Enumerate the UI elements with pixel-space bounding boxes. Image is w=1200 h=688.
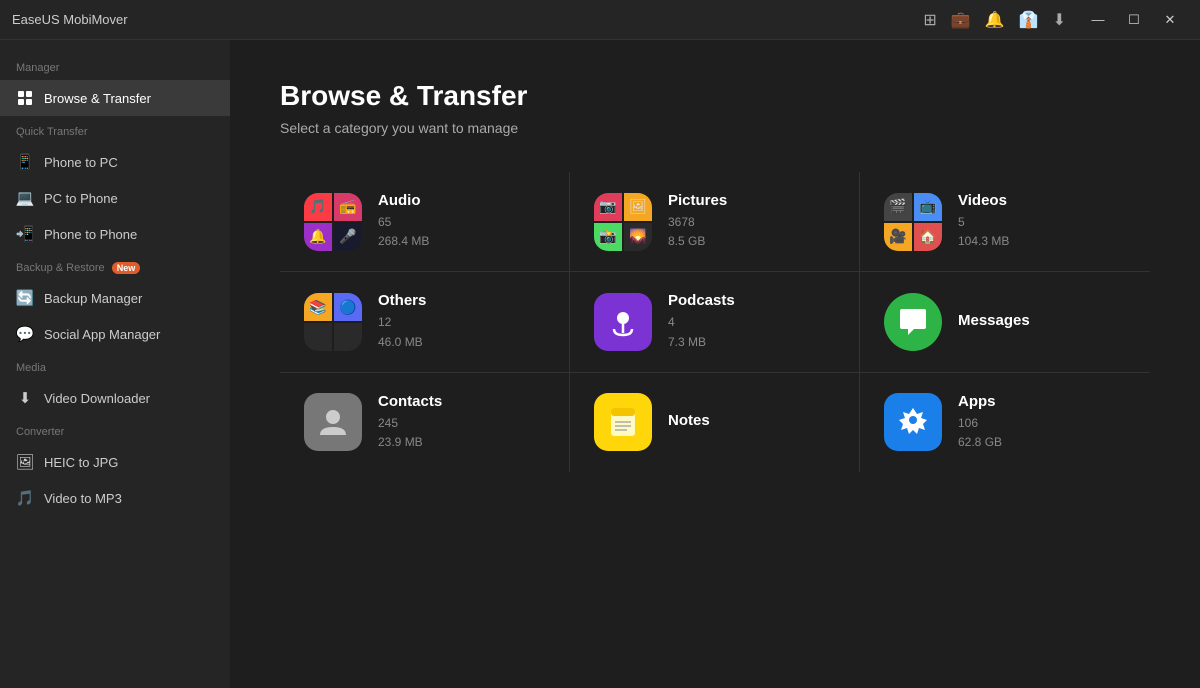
apps-info: Apps 106 62.8 GB xyxy=(958,393,1126,452)
minimize-button[interactable]: — xyxy=(1080,6,1116,34)
others-icon: 📚 🔵 xyxy=(304,293,362,351)
sidebar-item-browse-transfer[interactable]: Browse & Transfer xyxy=(0,80,230,116)
content-area: Browse & Transfer Select a category you … xyxy=(230,40,1200,688)
others-name: Others xyxy=(378,292,545,309)
social-icon: 💬 xyxy=(16,325,34,343)
apps-count: 106 62.8 GB xyxy=(958,414,1126,452)
category-audio[interactable]: 🎵 📻 🔔 🎤 Audio 65 268.4 MB xyxy=(280,172,570,272)
video-mp3-icon: 🎵 xyxy=(16,489,34,507)
pictures-name: Pictures xyxy=(668,192,835,209)
backup-icon: 🔄 xyxy=(16,289,34,307)
audio-icon: 🎵 📻 🔔 🎤 xyxy=(304,193,362,251)
sidebar-item-video-downloader[interactable]: ⬇ Video Downloader xyxy=(0,380,230,416)
podcasts-info: Podcasts 4 7.3 MB xyxy=(668,292,835,351)
videos-name: Videos xyxy=(958,192,1126,209)
new-badge: New xyxy=(112,262,141,274)
category-videos[interactable]: 🎬 📺 🎥 🏠 Videos 5 104.3 MB xyxy=(860,172,1150,272)
sidebar-item-phone-to-phone[interactable]: 📲 Phone to Phone xyxy=(0,216,230,252)
hanger-icon[interactable]: 👔 xyxy=(1019,10,1039,30)
podcasts-name: Podcasts xyxy=(668,292,835,309)
sidebar-label: Backup Manager xyxy=(44,291,142,306)
sidebar-label: Phone to Phone xyxy=(44,227,137,242)
apps-name: Apps xyxy=(958,393,1126,410)
app-title: EaseUS MobiMover xyxy=(12,12,128,27)
page-title: Browse & Transfer xyxy=(280,80,1150,112)
device-icon[interactable]: ⊞ xyxy=(923,10,936,30)
section-backup-restore: Backup & Restore New xyxy=(0,252,230,280)
contacts-info: Contacts 245 23.9 MB xyxy=(378,393,545,452)
notes-name: Notes xyxy=(668,412,835,429)
messages-info: Messages xyxy=(958,312,1126,333)
sidebar-label: Phone to PC xyxy=(44,155,118,170)
main-layout: Manager Browse & Transfer Quick Transfer… xyxy=(0,40,1200,688)
category-grid: 🎵 📻 🔔 🎤 Audio 65 268.4 MB 📷 🖼 xyxy=(280,172,1150,472)
dropdown-icon[interactable]: ⬇ xyxy=(1053,10,1066,30)
category-apps[interactable]: Apps 106 62.8 GB xyxy=(860,373,1150,472)
pictures-icon: 📷 🖼 📸 🌄 xyxy=(594,193,652,251)
contacts-icon xyxy=(304,393,362,451)
category-contacts[interactable]: Contacts 245 23.9 MB xyxy=(280,373,570,472)
briefcase-icon[interactable]: 💼 xyxy=(951,10,971,30)
pictures-count: 3678 8.5 GB xyxy=(668,213,835,251)
sidebar-label: PC to Phone xyxy=(44,191,118,206)
apps-icon xyxy=(884,393,942,451)
titlebar-controls: ⊞ 💼 🔔 👔 ⬇ — ☐ ✕ xyxy=(923,6,1188,34)
others-count: 12 46.0 MB xyxy=(378,313,545,351)
sidebar-item-pc-to-phone[interactable]: 💻 PC to Phone xyxy=(0,180,230,216)
sidebar-label: Video Downloader xyxy=(44,391,150,406)
sidebar-item-video-mp3[interactable]: 🎵 Video to MP3 xyxy=(0,480,230,516)
notes-info: Notes xyxy=(668,412,835,433)
messages-icon xyxy=(884,293,942,351)
pictures-info: Pictures 3678 8.5 GB xyxy=(668,192,835,251)
audio-count: 65 268.4 MB xyxy=(378,213,545,251)
section-manager: Manager xyxy=(0,52,230,80)
category-notes[interactable]: Notes xyxy=(570,373,860,472)
sidebar-item-phone-to-pc[interactable]: 📱 Phone to PC xyxy=(0,144,230,180)
videos-icon: 🎬 📺 🎥 🏠 xyxy=(884,193,942,251)
grid-icon xyxy=(16,89,34,107)
window-controls: — ☐ ✕ xyxy=(1080,6,1188,34)
sidebar: Manager Browse & Transfer Quick Transfer… xyxy=(0,40,230,688)
category-others[interactable]: 📚 🔵 Others 12 46.0 MB xyxy=(280,272,570,372)
audio-name: Audio xyxy=(378,192,545,209)
titlebar: EaseUS MobiMover ⊞ 💼 🔔 👔 ⬇ — ☐ ✕ xyxy=(0,0,1200,40)
contacts-name: Contacts xyxy=(378,393,545,410)
maximize-button[interactable]: ☐ xyxy=(1116,6,1152,34)
sidebar-item-heic-jpg[interactable]: 🖼 HEIC to JPG xyxy=(0,444,230,480)
category-messages[interactable]: Messages xyxy=(860,272,1150,372)
notes-icon xyxy=(594,393,652,451)
bell-icon[interactable]: 🔔 xyxy=(985,10,1005,30)
sidebar-label: Social App Manager xyxy=(44,327,160,342)
close-button[interactable]: ✕ xyxy=(1152,6,1188,34)
category-podcasts[interactable]: Podcasts 4 7.3 MB xyxy=(570,272,860,372)
sidebar-label: Browse & Transfer xyxy=(44,91,151,106)
videos-info: Videos 5 104.3 MB xyxy=(958,192,1126,251)
videos-count: 5 104.3 MB xyxy=(958,213,1126,251)
sidebar-item-social-app-manager[interactable]: 💬 Social App Manager xyxy=(0,316,230,352)
heic-icon: 🖼 xyxy=(16,453,34,471)
audio-info: Audio 65 268.4 MB xyxy=(378,192,545,251)
phone-pc-icon: 📱 xyxy=(16,153,34,171)
phone-phone-icon: 📲 xyxy=(16,225,34,243)
contacts-count: 245 23.9 MB xyxy=(378,414,545,452)
category-pictures[interactable]: 📷 🖼 📸 🌄 Pictures 3678 8.5 GB xyxy=(570,172,860,272)
others-info: Others 12 46.0 MB xyxy=(378,292,545,351)
video-dl-icon: ⬇ xyxy=(16,389,34,407)
messages-name: Messages xyxy=(958,312,1126,329)
pc-phone-icon: 💻 xyxy=(16,189,34,207)
sidebar-item-backup-manager[interactable]: 🔄 Backup Manager xyxy=(0,280,230,316)
sidebar-label: Video to MP3 xyxy=(44,491,122,506)
podcasts-icon xyxy=(594,293,652,351)
section-quick-transfer: Quick Transfer xyxy=(0,116,230,144)
page-subtitle: Select a category you want to manage xyxy=(280,120,1150,136)
sidebar-label: HEIC to JPG xyxy=(44,455,118,470)
section-media: Media xyxy=(0,352,230,380)
podcasts-count: 4 7.3 MB xyxy=(668,313,835,351)
section-converter: Converter xyxy=(0,416,230,444)
